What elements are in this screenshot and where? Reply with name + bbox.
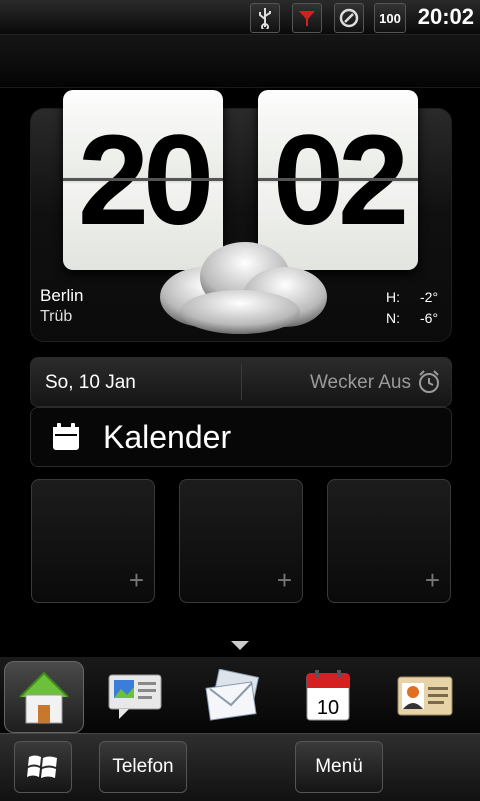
date-label[interactable]: So, 10 Jan: [45, 372, 136, 394]
calendar-widget-label: Kalender: [103, 419, 232, 455]
add-icon: +: [276, 565, 292, 595]
weather-high: H: -2°: [386, 289, 438, 305]
windows-flag-icon: [27, 755, 57, 778]
cloud-icon: [145, 232, 335, 342]
phone-button[interactable]: Telefon: [99, 741, 187, 793]
calendar-icon: [51, 422, 81, 457]
tab-contacts[interactable]: [386, 661, 464, 731]
start-button[interactable]: [14, 741, 72, 793]
mail-icon: [205, 669, 260, 721]
menu-button[interactable]: Menü: [295, 741, 383, 793]
calendar-icon: 10: [306, 670, 350, 721]
tab-dock: 10: [0, 657, 480, 733]
status-bar: 100 20:02: [0, 0, 480, 35]
low-label: N:: [386, 310, 400, 326]
weather-condition: Trüb: [40, 308, 73, 325]
high-label: H:: [386, 289, 400, 305]
add-icon: +: [128, 565, 144, 595]
weather-city: Berlin: [40, 286, 84, 305]
status-time[interactable]: 20:02: [418, 4, 474, 30]
tab-calendar[interactable]: 10: [289, 661, 367, 731]
messages-icon: [108, 674, 162, 719]
tab-home[interactable]: [4, 661, 84, 733]
calendar-widget[interactable]: Kalender: [30, 407, 452, 467]
shortcut-slot-2[interactable]: +: [179, 479, 303, 603]
add-icon: +: [424, 565, 440, 595]
alarm-clock-icon[interactable]: [417, 369, 441, 400]
weather-low: N: -6°: [386, 310, 438, 326]
battery-level: 100: [379, 10, 401, 26]
bottom-bar: Telefon Menü: [0, 733, 480, 801]
shortcut-slot-3[interactable]: +: [327, 479, 451, 603]
top-bar: [0, 35, 480, 88]
calendar-day: 10: [317, 697, 339, 719]
usb-icon[interactable]: [250, 3, 280, 33]
flip-hinge: [63, 178, 223, 181]
divider: [241, 364, 242, 400]
shortcut-slot-1[interactable]: +: [31, 479, 155, 603]
sync-icon[interactable]: [334, 3, 364, 33]
high-value: -2°: [420, 289, 439, 305]
expand-arrow-icon[interactable]: [231, 641, 249, 650]
low-value: -6°: [420, 310, 439, 326]
home-icon: [19, 671, 69, 724]
tab-messages[interactable]: [96, 661, 174, 731]
alarm-label[interactable]: Wecker Aus: [310, 372, 411, 394]
tab-mail[interactable]: [194, 661, 272, 731]
signal-filter-icon[interactable]: [292, 3, 322, 33]
date-alarm-row: So, 10 Jan Wecker Aus: [30, 357, 452, 407]
flip-hinge: [258, 178, 418, 181]
battery-icon[interactable]: 100: [374, 3, 406, 33]
contacts-icon: [397, 676, 453, 716]
